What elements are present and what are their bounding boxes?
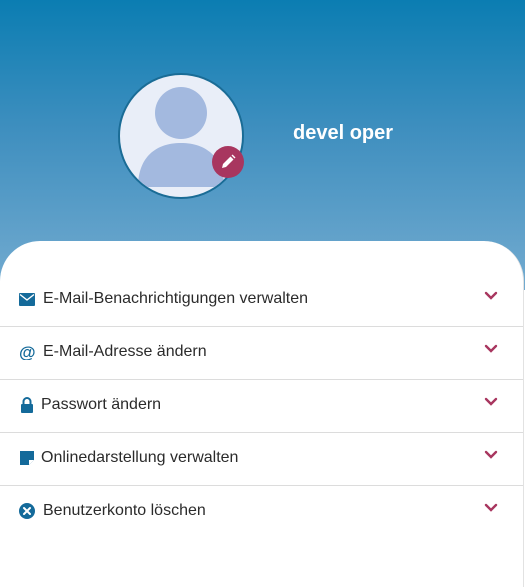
svg-text:@: @ [19,344,35,360]
chevron-down-icon [484,503,498,512]
chevron-down-icon [484,450,498,459]
username: devel oper [293,122,394,144]
circle-x-icon [19,503,35,519]
at-sign-icon: @ [19,344,35,360]
menu-item-label: E-Mail-Adresse ändern [43,343,207,360]
menu-item-email-notifications[interactable]: E-Mail-Benachrichtigungen verwalten [0,274,523,327]
menu-item-label: Passwort ändern [41,396,162,413]
envelope-icon [19,291,35,307]
user-silhouette-icon [138,87,224,187]
avatar-container [118,73,244,199]
menu-item-label: Benutzerkonto löschen [43,502,206,519]
pencil-icon [222,154,236,168]
menu-item-change-email[interactable]: @ E-Mail-Adresse ändern [0,327,523,380]
menu-item-online-presence[interactable]: Onlinedarstellung verwalten [0,433,523,486]
menu-item-change-password[interactable]: Passwort ändern [0,380,523,433]
chevron-down-icon [484,397,498,406]
avatar [118,73,244,199]
chevron-down-icon [484,344,498,353]
menu-item-label: Onlinedarstellung verwalten [41,449,239,466]
note-icon [19,450,35,466]
lock-icon [19,397,35,413]
settings-menu: E-Mail-Benachrichtigungen verwalten @ E-… [0,274,523,538]
menu-item-delete-account[interactable]: Benutzerkonto löschen [0,486,523,538]
settings-panel: E-Mail-Benachrichtigungen verwalten @ E-… [0,241,524,587]
chevron-down-icon [484,291,498,300]
menu-item-label: E-Mail-Benachrichtigungen verwalten [43,290,309,307]
edit-avatar-button[interactable] [212,146,244,178]
